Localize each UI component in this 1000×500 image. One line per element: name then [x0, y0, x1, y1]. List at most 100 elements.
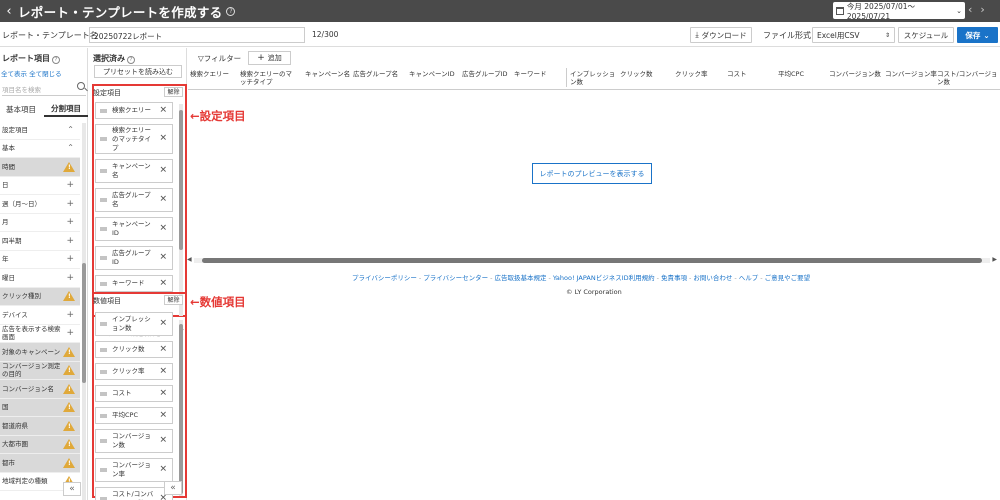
template-name-input[interactable]: 20250722レポート: [89, 27, 305, 43]
chevron-up-icon[interactable]: ⌃: [67, 125, 74, 134]
scroll-left-icon[interactable]: ◀: [187, 256, 192, 263]
drag-handle-icon[interactable]: [100, 169, 107, 173]
column-header[interactable]: キーワード: [514, 70, 547, 78]
category-item[interactable]: コンバージョン名: [0, 380, 80, 399]
plus-icon[interactable]: +: [66, 310, 74, 319]
category-item[interactable]: クリック種別: [0, 287, 80, 306]
warning-icon[interactable]: [63, 346, 75, 357]
help-icon[interactable]: ?: [52, 56, 60, 64]
collapse-panel-button[interactable]: «: [63, 482, 81, 496]
left-scrollbar[interactable]: [82, 123, 86, 500]
category-item[interactable]: 対象のキャンペーン: [0, 343, 80, 362]
drag-handle-icon[interactable]: [100, 468, 107, 472]
back-arrow-icon[interactable]: ‹: [2, 4, 16, 19]
drag-handle-icon[interactable]: [100, 392, 107, 395]
add-filter-button[interactable]: + 追加: [248, 51, 291, 65]
drag-handle-icon[interactable]: [100, 137, 107, 141]
category-item[interactable]: 曜日 +: [0, 269, 80, 288]
remove-icon[interactable]: ✕: [159, 134, 167, 144]
selected-item[interactable]: キャンペーン名 ✕: [95, 159, 173, 183]
category-item[interactable]: 時間: [0, 158, 80, 177]
warning-icon[interactable]: [63, 383, 75, 394]
plus-icon[interactable]: +: [66, 199, 74, 208]
selected-item[interactable]: クリック率 ✕: [95, 363, 173, 380]
category-item[interactable]: 都道府県: [0, 417, 80, 436]
footer-link[interactable]: 広告取扱基本規定: [494, 274, 546, 282]
column-header[interactable]: クリック数: [620, 70, 653, 78]
selected-item[interactable]: 平均CPC ✕: [95, 407, 173, 424]
remove-icon[interactable]: ✕: [159, 494, 167, 500]
category-item[interactable]: 都市: [0, 454, 80, 473]
plus-icon[interactable]: +: [66, 255, 74, 264]
remove-icon[interactable]: ✕: [159, 436, 167, 446]
remove-icon[interactable]: ✕: [159, 319, 167, 329]
column-header[interactable]: キャンペーン名: [305, 70, 350, 78]
column-header[interactable]: クリック率: [675, 70, 708, 78]
column-header[interactable]: コスト/コンバージョン数: [937, 70, 999, 86]
selected-item[interactable]: 広告グループID ✕: [95, 246, 173, 270]
category-item[interactable]: 四半期 +: [0, 232, 80, 251]
plus-icon[interactable]: +: [66, 273, 74, 282]
selected-item[interactable]: コンバージョン数 ✕: [95, 429, 173, 453]
warning-icon[interactable]: [63, 420, 75, 431]
warning-icon[interactable]: [63, 365, 75, 376]
collapse-panel-button[interactable]: «: [164, 481, 182, 495]
plus-icon[interactable]: +: [66, 218, 74, 227]
plus-icon[interactable]: +: [66, 236, 74, 245]
category-item[interactable]: 広告を表示する検索画面 +: [0, 325, 80, 343]
column-header[interactable]: コンバージョン数: [829, 70, 881, 78]
column-header[interactable]: 広告グループID: [462, 70, 508, 78]
remove-icon[interactable]: ✕: [159, 367, 167, 376]
selected-item[interactable]: 検索クエリー ✕: [95, 102, 173, 119]
column-header[interactable]: キャンペーンID: [409, 70, 455, 78]
collapse-all-link[interactable]: 全て閉じる: [29, 70, 62, 78]
category-item[interactable]: デバイス +: [0, 306, 80, 325]
scroll-right-icon[interactable]: ▶: [992, 256, 997, 263]
warning-icon[interactable]: [63, 439, 75, 450]
plus-icon[interactable]: +: [66, 181, 74, 190]
category-item[interactable]: コンバージョン測定の目的: [0, 361, 80, 380]
file-format-select[interactable]: Excel用CSV ⇕: [812, 27, 895, 43]
category-item[interactable]: 年 +: [0, 251, 80, 269]
metrics-clear-button[interactable]: 解除: [164, 295, 183, 305]
metrics-scrollbar[interactable]: [179, 320, 183, 496]
remove-icon[interactable]: ✕: [159, 411, 167, 420]
category-item[interactable]: 週（月〜日） +: [0, 195, 80, 214]
drag-handle-icon[interactable]: [100, 282, 107, 285]
column-header[interactable]: 広告グループ名: [353, 70, 398, 78]
column-header[interactable]: 検索クエリーのマッチタイプ: [240, 70, 292, 86]
drag-handle-icon[interactable]: [100, 256, 107, 260]
selected-item[interactable]: キャンペーンID ✕: [95, 217, 173, 241]
selected-item[interactable]: インプレッション数 ✕: [95, 312, 173, 336]
category-item[interactable]: 国: [0, 398, 80, 417]
column-header[interactable]: 検索クエリー: [190, 70, 229, 78]
filter-button[interactable]: ▽フィルター: [198, 53, 241, 64]
scroll-thumb[interactable]: [202, 258, 982, 263]
warning-icon[interactable]: [63, 402, 75, 413]
drag-handle-icon[interactable]: [100, 439, 107, 443]
help-icon[interactable]: ?: [226, 6, 236, 16]
drag-handle-icon[interactable]: [100, 198, 107, 202]
drag-handle-icon[interactable]: [100, 322, 107, 326]
remove-icon[interactable]: ✕: [159, 279, 167, 288]
drag-handle-icon[interactable]: [100, 414, 107, 417]
remove-icon[interactable]: ✕: [159, 345, 167, 354]
save-button[interactable]: 保存 ⌄: [957, 27, 998, 43]
footer-link[interactable]: お問い合わせ: [693, 274, 732, 282]
date-nav-arrows[interactable]: ‹›: [968, 3, 993, 16]
tab-segment-items[interactable]: 分割項目: [44, 102, 88, 117]
load-preset-button[interactable]: プリセットを読み込む: [94, 65, 182, 78]
remove-icon[interactable]: ✕: [159, 166, 167, 176]
footer-link[interactable]: プライバシーポリシー: [352, 274, 417, 282]
footer-link[interactable]: ヘルプ: [739, 274, 759, 282]
column-header[interactable]: インプレッション数: [566, 68, 618, 87]
column-header[interactable]: 平均CPC: [778, 70, 804, 78]
warning-icon[interactable]: [63, 161, 75, 172]
column-header[interactable]: コンバージョン率: [885, 70, 937, 78]
schedule-button[interactable]: スケジュール: [898, 27, 954, 43]
selected-item[interactable]: 広告グループ名 ✕: [95, 188, 173, 212]
drag-handle-icon[interactable]: [100, 370, 107, 373]
footer-link[interactable]: ご意見やご要望: [765, 274, 811, 282]
remove-icon[interactable]: ✕: [159, 389, 167, 398]
settings-clear-button[interactable]: 解除: [164, 87, 183, 97]
